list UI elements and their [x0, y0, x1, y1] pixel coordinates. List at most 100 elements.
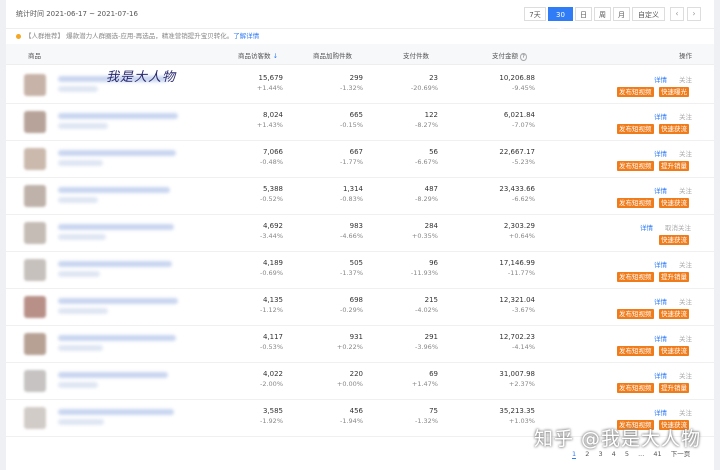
paid-change: -1.32% [415, 417, 438, 425]
boost-button[interactable]: 快速获流 [659, 124, 689, 134]
follow-link[interactable]: 关注 [679, 407, 692, 417]
publish-video-button[interactable]: 发布短视频 [617, 383, 654, 393]
detail-link[interactable]: 详情 [654, 259, 667, 269]
paid-change: -11.93% [410, 269, 438, 277]
follow-link[interactable]: 关注 [679, 259, 692, 269]
visitors-change: -0.53% [260, 343, 283, 351]
publish-video-button[interactable]: 发布短视频 [617, 161, 654, 171]
detail-link[interactable]: 详情 [654, 148, 667, 158]
product-thumbnail[interactable] [24, 407, 46, 429]
detail-link[interactable]: 详情 [654, 74, 667, 84]
cart-cell: 665 -0.15% [293, 110, 363, 130]
follow-link[interactable]: 关注 [679, 74, 692, 84]
publish-video-button[interactable]: 发布短视频 [617, 198, 654, 208]
product-thumbnail[interactable] [24, 148, 46, 170]
range-7d-button[interactable]: 7天 [524, 7, 546, 21]
paid-change: -3.96% [415, 343, 438, 351]
col-amount-label: 支付金额 [492, 52, 518, 60]
product-thumbnail[interactable] [24, 74, 46, 96]
paid-cell: 75 -1.32% [368, 406, 438, 426]
notice-link[interactable]: 了解详情 [233, 32, 259, 40]
publish-video-button[interactable]: 发布短视频 [617, 124, 654, 134]
col-visitors[interactable]: 商品访客数 ↓ [238, 50, 278, 60]
visitors-value: 4,117 [262, 333, 283, 341]
publish-video-button[interactable]: 发布短视频 [617, 346, 654, 356]
paid-change: -8.27% [415, 121, 438, 129]
product-thumbnail[interactable] [24, 370, 46, 392]
product-subtitle-blur [58, 382, 98, 388]
follow-link[interactable]: 关注 [679, 333, 692, 343]
notice-dot-icon [16, 33, 21, 39]
page-41[interactable]: 41 [653, 450, 661, 458]
boost-button[interactable]: 快速曝光 [659, 87, 689, 97]
amount-change: -7.07% [512, 121, 535, 129]
boost-button[interactable]: 快速获流 [659, 346, 689, 356]
boost-button[interactable]: 提升销量 [659, 383, 689, 393]
col-cart[interactable]: 商品加购件数 [313, 50, 352, 60]
range-day-button[interactable]: 日 [575, 7, 592, 21]
follow-link[interactable]: 取消关注 [665, 222, 691, 232]
col-amount[interactable]: 支付金额 ? [492, 50, 527, 61]
product-subtitle-blur [58, 271, 100, 277]
product-title-blur[interactable] [58, 335, 176, 341]
product-title-blur[interactable] [58, 150, 176, 156]
detail-link[interactable]: 详情 [654, 407, 667, 417]
follow-link[interactable]: 关注 [679, 370, 692, 380]
detail-link[interactable]: 详情 [654, 111, 667, 121]
watermark: 知乎 @我是大人物 [534, 428, 702, 450]
boost-button[interactable]: 提升销量 [659, 272, 689, 282]
info-icon[interactable]: ? [520, 53, 527, 61]
page-1[interactable]: 1 [572, 450, 577, 459]
detail-link[interactable]: 详情 [654, 185, 667, 195]
amount-change: -5.23% [512, 158, 535, 166]
boost-button[interactable]: 提升销量 [659, 161, 689, 171]
visitors-cell: 4,135 -1.12% [213, 295, 283, 315]
product-thumbnail[interactable] [24, 111, 46, 133]
follow-link[interactable]: 关注 [679, 111, 692, 121]
range-week-button[interactable]: 周 [594, 7, 611, 21]
follow-link[interactable]: 关注 [679, 185, 692, 195]
next-period-icon[interactable]: › [687, 7, 701, 21]
follow-link[interactable]: 关注 [679, 296, 692, 306]
page-5[interactable]: 5 [625, 450, 629, 458]
range-30d-button[interactable]: 30天 [548, 7, 573, 33]
product-thumbnail[interactable] [24, 333, 46, 355]
boost-button[interactable]: 快速获流 [659, 309, 689, 319]
boost-button[interactable]: 快速获流 [659, 198, 689, 208]
detail-link[interactable]: 详情 [654, 370, 667, 380]
publish-video-button[interactable]: 发布短视频 [617, 309, 654, 319]
product-thumbnail[interactable] [24, 222, 46, 244]
amount-change: -9.45% [512, 84, 535, 92]
page-3[interactable]: 3 [598, 450, 602, 458]
product-thumbnail[interactable] [24, 296, 46, 318]
detail-link[interactable]: 详情 [640, 222, 653, 232]
page-2[interactable]: 2 [585, 450, 589, 458]
publish-video-button[interactable]: 发布短视频 [617, 272, 654, 282]
product-thumbnail[interactable] [24, 259, 46, 281]
paid-cell: 122 -8.27% [368, 110, 438, 130]
sort-desc-icon[interactable]: ↓ [273, 52, 278, 60]
col-paid[interactable]: 支付件数 [403, 50, 429, 60]
product-title-blur[interactable] [58, 187, 170, 193]
product-title-blur[interactable] [58, 113, 178, 119]
product-title-blur[interactable] [58, 298, 178, 304]
publish-video-button[interactable]: 发布短视频 [617, 87, 654, 97]
product-title-blur[interactable] [58, 261, 172, 267]
prev-period-icon[interactable]: ‹ [670, 7, 684, 21]
product-title-blur[interactable] [58, 372, 168, 378]
product-thumbnail[interactable] [24, 185, 46, 207]
page-4[interactable]: 4 [612, 450, 616, 458]
range-custom-button[interactable]: 自定义 [632, 7, 665, 21]
detail-link[interactable]: 详情 [654, 333, 667, 343]
product-title-blur[interactable] [58, 224, 174, 230]
detail-link[interactable]: 详情 [654, 296, 667, 306]
boost-button[interactable]: 快速获流 [659, 235, 689, 245]
follow-link[interactable]: 关注 [679, 148, 692, 158]
product-title-blur[interactable] [58, 409, 174, 415]
visitors-change: -1.92% [260, 417, 283, 425]
amount-cell: 2,303.29 +0.64% [465, 221, 535, 241]
product-subtitle-blur [58, 197, 98, 203]
range-month-button[interactable]: 月 [613, 7, 630, 21]
next-page-button[interactable]: 下一页 [671, 450, 691, 458]
table-row: 4,189 -0.69% 505 -1.37% 96 -11.93% 17,146.99 -1… [6, 251, 714, 289]
